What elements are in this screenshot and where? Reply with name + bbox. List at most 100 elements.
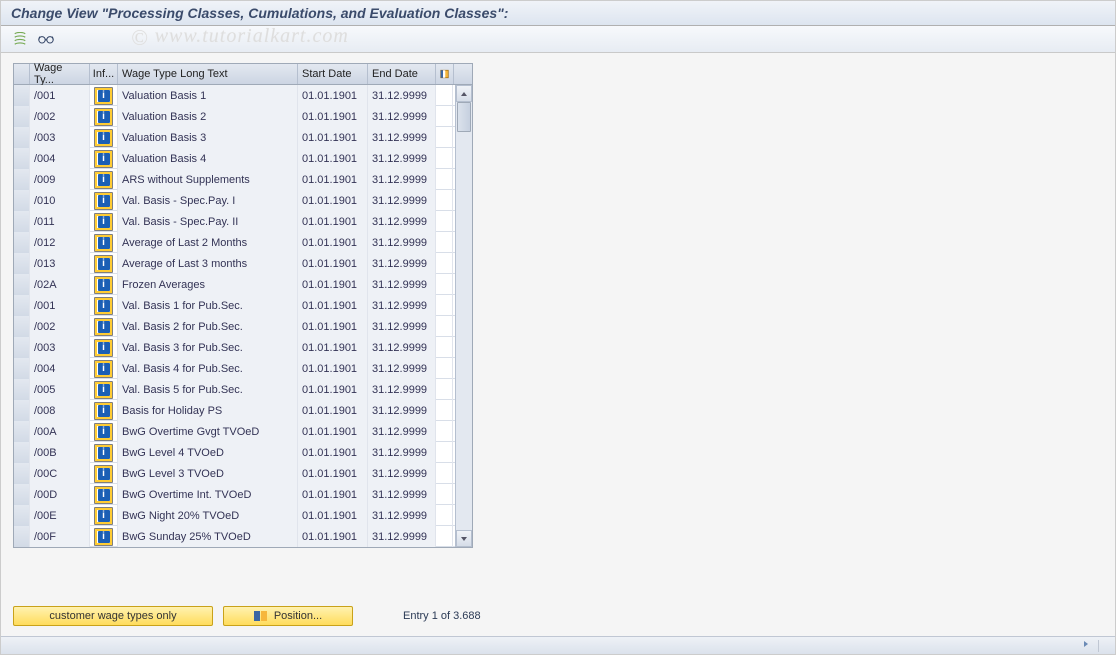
cell-start-date[interactable]: 01.01.1901 bbox=[298, 274, 368, 295]
table-row[interactable]: /011iVal. Basis - Spec.Pay. II01.01.1901… bbox=[14, 211, 472, 232]
cell-start-date[interactable]: 01.01.1901 bbox=[298, 463, 368, 484]
cell-wage-type[interactable]: /008 bbox=[30, 400, 90, 421]
table-row[interactable]: /001iValuation Basis 101.01.190131.12.99… bbox=[14, 85, 472, 106]
cell-start-date[interactable]: 01.01.1901 bbox=[298, 526, 368, 547]
cell-long-text[interactable]: Basis for Holiday PS bbox=[118, 400, 298, 421]
cell-end-date[interactable]: 31.12.9999 bbox=[368, 526, 436, 547]
cell-long-text[interactable]: Valuation Basis 4 bbox=[118, 148, 298, 169]
cell-start-date[interactable]: 01.01.1901 bbox=[298, 127, 368, 148]
status-nav-icon[interactable] bbox=[1082, 640, 1090, 651]
table-row[interactable]: /00EiBwG Night 20% TVOeD01.01.190131.12.… bbox=[14, 505, 472, 526]
table-row[interactable]: /005iVal. Basis 5 for Pub.Sec.01.01.1901… bbox=[14, 379, 472, 400]
col-info[interactable]: Inf... bbox=[90, 64, 118, 84]
cell-end-date[interactable]: 31.12.9999 bbox=[368, 463, 436, 484]
cell-wage-type[interactable]: /002 bbox=[30, 106, 90, 127]
cell-long-text[interactable]: Val. Basis 3 for Pub.Sec. bbox=[118, 337, 298, 358]
table-row[interactable]: /004iValuation Basis 401.01.190131.12.99… bbox=[14, 148, 472, 169]
table-row[interactable]: /00DiBwG Overtime Int. TVOeD01.01.190131… bbox=[14, 484, 472, 505]
info-button[interactable]: i bbox=[94, 255, 113, 273]
cell-long-text[interactable]: Val. Basis 2 for Pub.Sec. bbox=[118, 316, 298, 337]
cell-wage-type[interactable]: /003 bbox=[30, 127, 90, 148]
info-button[interactable]: i bbox=[94, 465, 113, 483]
table-row[interactable]: /00AiBwG Overtime Gvgt TVOeD01.01.190131… bbox=[14, 421, 472, 442]
row-selector[interactable] bbox=[14, 295, 30, 316]
cell-start-date[interactable]: 01.01.1901 bbox=[298, 337, 368, 358]
cell-long-text[interactable]: BwG Sunday 25% TVOeD bbox=[118, 526, 298, 547]
cell-end-date[interactable]: 31.12.9999 bbox=[368, 85, 436, 106]
table-row[interactable]: /009iARS without Supplements01.01.190131… bbox=[14, 169, 472, 190]
cell-start-date[interactable]: 01.01.1901 bbox=[298, 169, 368, 190]
scroll-up-icon[interactable] bbox=[456, 85, 472, 102]
scroll-down-icon[interactable] bbox=[456, 530, 472, 547]
info-button[interactable]: i bbox=[94, 402, 113, 420]
info-button[interactable]: i bbox=[94, 276, 113, 294]
cell-start-date[interactable]: 01.01.1901 bbox=[298, 316, 368, 337]
cell-wage-type[interactable]: /00B bbox=[30, 442, 90, 463]
vertical-scrollbar[interactable] bbox=[455, 85, 472, 547]
cell-long-text[interactable]: Val. Basis 4 for Pub.Sec. bbox=[118, 358, 298, 379]
info-button[interactable]: i bbox=[94, 444, 113, 462]
cell-long-text[interactable]: Frozen Averages bbox=[118, 274, 298, 295]
cell-start-date[interactable]: 01.01.1901 bbox=[298, 85, 368, 106]
table-row[interactable]: /003iVal. Basis 3 for Pub.Sec.01.01.1901… bbox=[14, 337, 472, 358]
cell-wage-type[interactable]: /00E bbox=[30, 505, 90, 526]
position-button[interactable]: Position... bbox=[223, 606, 353, 626]
table-row[interactable]: /02AiFrozen Averages01.01.190131.12.9999 bbox=[14, 274, 472, 295]
row-selector[interactable] bbox=[14, 106, 30, 127]
cell-start-date[interactable]: 01.01.1901 bbox=[298, 232, 368, 253]
row-selector[interactable] bbox=[14, 211, 30, 232]
row-selector[interactable] bbox=[14, 526, 30, 547]
info-button[interactable]: i bbox=[94, 213, 113, 231]
table-row[interactable]: /004iVal. Basis 4 for Pub.Sec.01.01.1901… bbox=[14, 358, 472, 379]
info-button[interactable]: i bbox=[94, 381, 113, 399]
cell-end-date[interactable]: 31.12.9999 bbox=[368, 442, 436, 463]
info-button[interactable]: i bbox=[94, 108, 113, 126]
info-button[interactable]: i bbox=[94, 318, 113, 336]
cell-wage-type[interactable]: /00D bbox=[30, 484, 90, 505]
select-all-header[interactable] bbox=[14, 64, 30, 84]
cell-start-date[interactable]: 01.01.1901 bbox=[298, 253, 368, 274]
customer-wage-types-button[interactable]: customer wage types only bbox=[13, 606, 213, 626]
cell-long-text[interactable]: Average of Last 3 months bbox=[118, 253, 298, 274]
cell-end-date[interactable]: 31.12.9999 bbox=[368, 169, 436, 190]
info-button[interactable]: i bbox=[94, 507, 113, 525]
row-selector[interactable] bbox=[14, 442, 30, 463]
col-start-date[interactable]: Start Date bbox=[298, 64, 368, 84]
table-row[interactable]: /00Ci BwG Level 3 TVOeD01.01.190131.12.99… bbox=[14, 463, 472, 484]
row-selector[interactable] bbox=[14, 379, 30, 400]
cell-wage-type[interactable]: /00C bbox=[30, 463, 90, 484]
cell-start-date[interactable]: 01.01.1901 bbox=[298, 148, 368, 169]
table-row[interactable]: /00FiBwG Sunday 25% TVOeD01.01.190131.12… bbox=[14, 526, 472, 547]
cell-start-date[interactable]: 01.01.1901 bbox=[298, 106, 368, 127]
cell-end-date[interactable]: 31.12.9999 bbox=[368, 253, 436, 274]
row-selector[interactable] bbox=[14, 253, 30, 274]
cell-start-date[interactable]: 01.01.1901 bbox=[298, 211, 368, 232]
cell-long-text[interactable]: BwG Level 3 TVOeD bbox=[118, 463, 298, 484]
row-selector[interactable] bbox=[14, 127, 30, 148]
cell-start-date[interactable]: 01.01.1901 bbox=[298, 400, 368, 421]
cell-end-date[interactable]: 31.12.9999 bbox=[368, 295, 436, 316]
table-row[interactable]: /008i Basis for Holiday PS01.01.190131.12… bbox=[14, 400, 472, 421]
cell-long-text[interactable]: Val. Basis - Spec.Pay. II bbox=[118, 211, 298, 232]
cell-end-date[interactable]: 31.12.9999 bbox=[368, 337, 436, 358]
cell-wage-type[interactable]: /00A bbox=[30, 421, 90, 442]
cell-wage-type[interactable]: /002 bbox=[30, 316, 90, 337]
cell-long-text[interactable]: BwG Level 4 TVOeD bbox=[118, 442, 298, 463]
row-selector[interactable] bbox=[14, 148, 30, 169]
info-button[interactable]: i bbox=[94, 192, 113, 210]
cell-end-date[interactable]: 31.12.9999 bbox=[368, 400, 436, 421]
table-row[interactable]: /010iVal. Basis - Spec.Pay. I01.01.19013… bbox=[14, 190, 472, 211]
col-end-date[interactable]: End Date bbox=[368, 64, 436, 84]
cell-end-date[interactable]: 31.12.9999 bbox=[368, 148, 436, 169]
cell-end-date[interactable]: 31.12.9999 bbox=[368, 358, 436, 379]
table-settings-icon[interactable] bbox=[436, 64, 454, 84]
cell-end-date[interactable]: 31.12.9999 bbox=[368, 127, 436, 148]
cell-wage-type[interactable]: /003 bbox=[30, 337, 90, 358]
cell-long-text[interactable]: ARS without Supplements bbox=[118, 169, 298, 190]
row-selector[interactable] bbox=[14, 421, 30, 442]
row-selector[interactable] bbox=[14, 463, 30, 484]
info-button[interactable]: i bbox=[94, 87, 113, 105]
cell-end-date[interactable]: 31.12.9999 bbox=[368, 232, 436, 253]
table-row[interactable]: /013iAverage of Last 3 months01.01.19013… bbox=[14, 253, 472, 274]
table-row[interactable]: /00BiBwG Level 4 TVOeD01.01.190131.12.99… bbox=[14, 442, 472, 463]
